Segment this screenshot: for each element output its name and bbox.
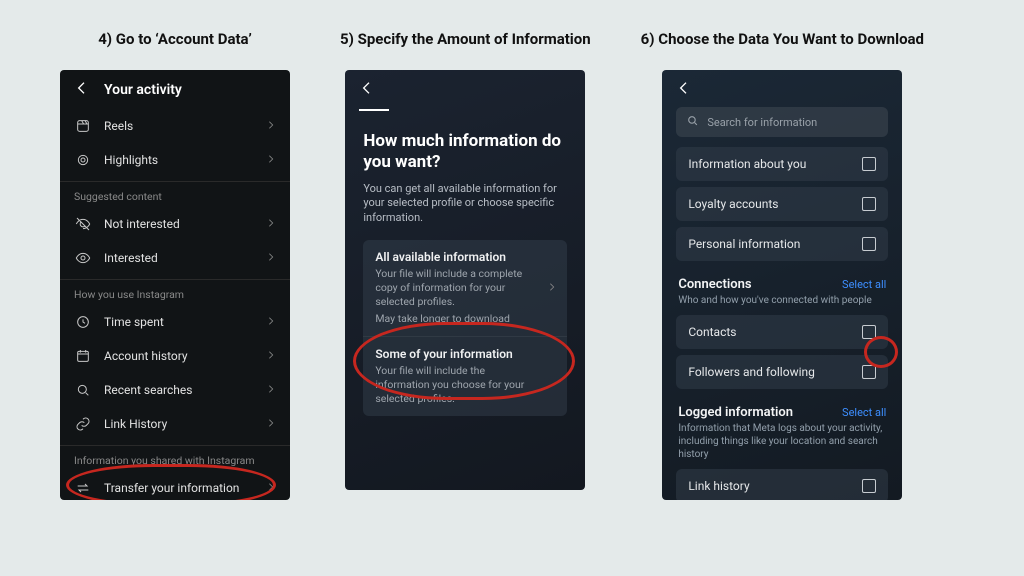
chevron-right-icon xyxy=(266,153,276,167)
chevron-right-icon xyxy=(547,281,557,295)
step-4-title: 4) Go to ‘Account Data’ xyxy=(98,30,252,48)
checkbox[interactable] xyxy=(862,197,876,211)
checkbox[interactable] xyxy=(862,365,876,379)
step-4-column: 4) Go to ‘Account Data’ Your activity Re… xyxy=(60,30,290,500)
chevron-right-icon xyxy=(266,119,276,133)
step-6-column: 6) Choose the Data You Want to Download … xyxy=(641,30,924,500)
chevron-right-icon xyxy=(266,417,276,431)
search-icon xyxy=(686,114,699,130)
connections-sub: Who and how you've connected with people xyxy=(662,294,902,315)
select-all-logged[interactable]: Select all xyxy=(842,406,886,419)
chevron-right-icon xyxy=(266,349,276,363)
eye-off-icon xyxy=(74,215,92,233)
item-link-history[interactable]: Link history xyxy=(676,469,888,500)
menu-item-highlights[interactable]: Highlights xyxy=(60,143,290,177)
item-loyalty[interactable]: Loyalty accounts xyxy=(676,187,888,221)
step-5-column: 5) Specify the Amount of Information How… xyxy=(340,30,591,490)
menu-item-time-spent[interactable]: Time spent xyxy=(60,305,290,339)
menu-item-recent-searches[interactable]: Recent searches xyxy=(60,373,290,407)
menu-item-reels[interactable]: Reels xyxy=(60,109,290,143)
item-followers-following[interactable]: Followers and following xyxy=(676,355,888,389)
chevron-right-icon xyxy=(266,481,276,495)
section-suggested: Suggested content xyxy=(60,181,290,207)
item-info-about-you[interactable]: Information about you xyxy=(676,147,888,181)
menu-item-interested[interactable]: Interested xyxy=(60,241,290,275)
phone-screenshot-4: Your activity Reels Highlights Suggested… xyxy=(60,70,290,500)
search-icon xyxy=(74,381,92,399)
item-personal-info[interactable]: Personal information xyxy=(676,227,888,261)
back-arrow-icon[interactable] xyxy=(359,80,375,99)
menu-item-not-interested[interactable]: Not interested xyxy=(60,207,290,241)
phone-screenshot-5: How much information do you want? You ca… xyxy=(345,70,585,490)
chevron-right-icon xyxy=(266,383,276,397)
your-activity-header: Your activity xyxy=(104,82,182,98)
amount-title: How much information do you want? xyxy=(363,131,567,174)
checkbox[interactable] xyxy=(862,325,876,339)
select-all-connections[interactable]: Select all xyxy=(842,278,886,291)
logged-sub: Information that Meta logs about your ac… xyxy=(662,422,902,469)
menu-item-link-history[interactable]: Link History xyxy=(60,407,290,441)
eye-icon xyxy=(74,249,92,267)
amount-subtitle: You can get all available information fo… xyxy=(363,182,567,227)
chevron-right-icon xyxy=(266,217,276,231)
option-all-info[interactable]: All available information Your file will… xyxy=(363,240,567,336)
chevron-right-icon xyxy=(266,315,276,329)
connections-title: Connections xyxy=(678,277,751,292)
step-5-title: 5) Specify the Amount of Information xyxy=(340,30,591,48)
search-placeholder: Search for information xyxy=(707,116,817,129)
menu-item-transfer-info[interactable]: Transfer your information xyxy=(60,471,290,500)
highlights-icon xyxy=(74,151,92,169)
clock-icon xyxy=(74,313,92,331)
step-6-title: 6) Choose the Data You Want to Download xyxy=(641,30,924,48)
checkbox[interactable] xyxy=(862,157,876,171)
progress-indicator xyxy=(359,109,389,111)
section-usage: How you use Instagram xyxy=(60,279,290,305)
reels-icon xyxy=(74,117,92,135)
option-some-info[interactable]: Some of your information Your file will … xyxy=(363,336,567,417)
options-card: All available information Your file will… xyxy=(363,240,567,416)
calendar-icon xyxy=(74,347,92,365)
checkbox[interactable] xyxy=(862,479,876,493)
link-icon xyxy=(74,415,92,433)
checkbox[interactable] xyxy=(862,237,876,251)
chevron-right-icon xyxy=(266,251,276,265)
search-input[interactable]: Search for information xyxy=(676,107,888,137)
back-arrow-icon[interactable] xyxy=(74,80,90,99)
transfer-icon xyxy=(74,479,92,497)
section-shared: Information you shared with Instagram xyxy=(60,445,290,471)
menu-item-account-history[interactable]: Account history xyxy=(60,339,290,373)
phone-screenshot-6: Search for information Information about… xyxy=(662,70,902,500)
logged-title: Logged information xyxy=(678,405,793,420)
back-arrow-icon[interactable] xyxy=(676,80,692,99)
item-contacts[interactable]: Contacts xyxy=(676,315,888,349)
